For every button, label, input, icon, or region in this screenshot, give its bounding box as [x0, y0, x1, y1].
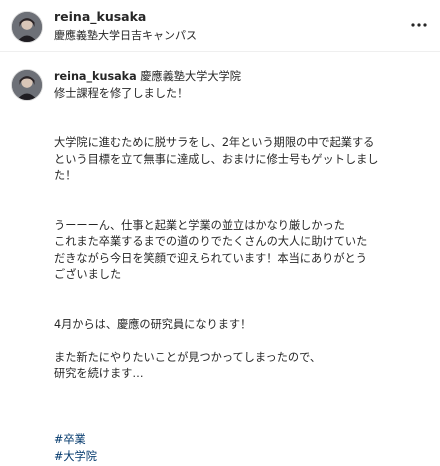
caption-line: うーーーん、仕事と起業と学業の並立はかなり厳しかった — [54, 218, 345, 232]
hashtag-line: #卒業 — [54, 432, 430, 449]
post-header: reina_kusaka 慶應義塾大学日吉キャンパス — [0, 0, 440, 52]
caption-line — [54, 333, 430, 350]
caption-line-0: reina_kusaka 慶應義塾大学大学院 — [54, 69, 430, 86]
caption-line — [54, 102, 430, 119]
caption-line: 大学院に進むために脱サラをし、2年という期限の中で起業する — [54, 136, 375, 149]
caption-line: 4月からは、慶應の研究員になります！ — [54, 317, 252, 331]
profile-avatar[interactable] — [11, 11, 43, 43]
caption-text: reina_kusaka 慶應義塾大学大学院 修士課程を修了しました！ 大学院に… — [54, 69, 430, 465]
caption-line — [54, 201, 430, 218]
caption-line — [54, 416, 430, 433]
header-username[interactable]: reina_kusaka — [54, 9, 146, 24]
caption-line — [54, 284, 430, 301]
avatar-image — [12, 12, 42, 42]
instagram-post: reina_kusaka 慶應義塾大学日吉キャンパス reina_kusaka … — [0, 0, 440, 466]
caption-line: 研究を続けます… — [54, 367, 144, 380]
hashtag-link[interactable]: #卒業 — [54, 433, 86, 446]
header-location[interactable]: 慶應義塾大学日吉キャンパス — [54, 27, 197, 43]
caption-line-text: 慶應義塾大学大学院 — [140, 70, 241, 83]
caption-line: 修士課程を修了しました！ — [54, 86, 189, 100]
caption-line — [54, 119, 430, 136]
caption-line: だきながら今日を笑顔で迎えられています！本当にありがとう — [54, 251, 367, 265]
caption-line — [54, 383, 430, 400]
more-horizontal-icon — [411, 23, 427, 27]
caption-line — [54, 399, 430, 416]
caption-line — [54, 300, 430, 317]
caption-line: また新たにやりたいことが見つかってしまったので、 — [54, 350, 322, 364]
more-options-button[interactable] — [408, 14, 430, 36]
caption-avatar[interactable] — [11, 69, 43, 101]
caption-line: ございました — [54, 268, 122, 281]
caption-line: という目標を立て無事に達成し、おまけに修士号もゲットしまし — [54, 152, 379, 166]
caption-username[interactable]: reina_kusaka — [54, 70, 137, 83]
caption-line — [54, 185, 430, 202]
hashtag-line: #大学院 — [54, 449, 430, 466]
avatar-image — [12, 70, 42, 100]
hashtag-link[interactable]: #大学院 — [54, 450, 97, 463]
caption-line: た！ — [54, 169, 77, 182]
caption-line: これまた卒業するまでの道のりでたくさんの大人に助けていた — [54, 235, 368, 248]
